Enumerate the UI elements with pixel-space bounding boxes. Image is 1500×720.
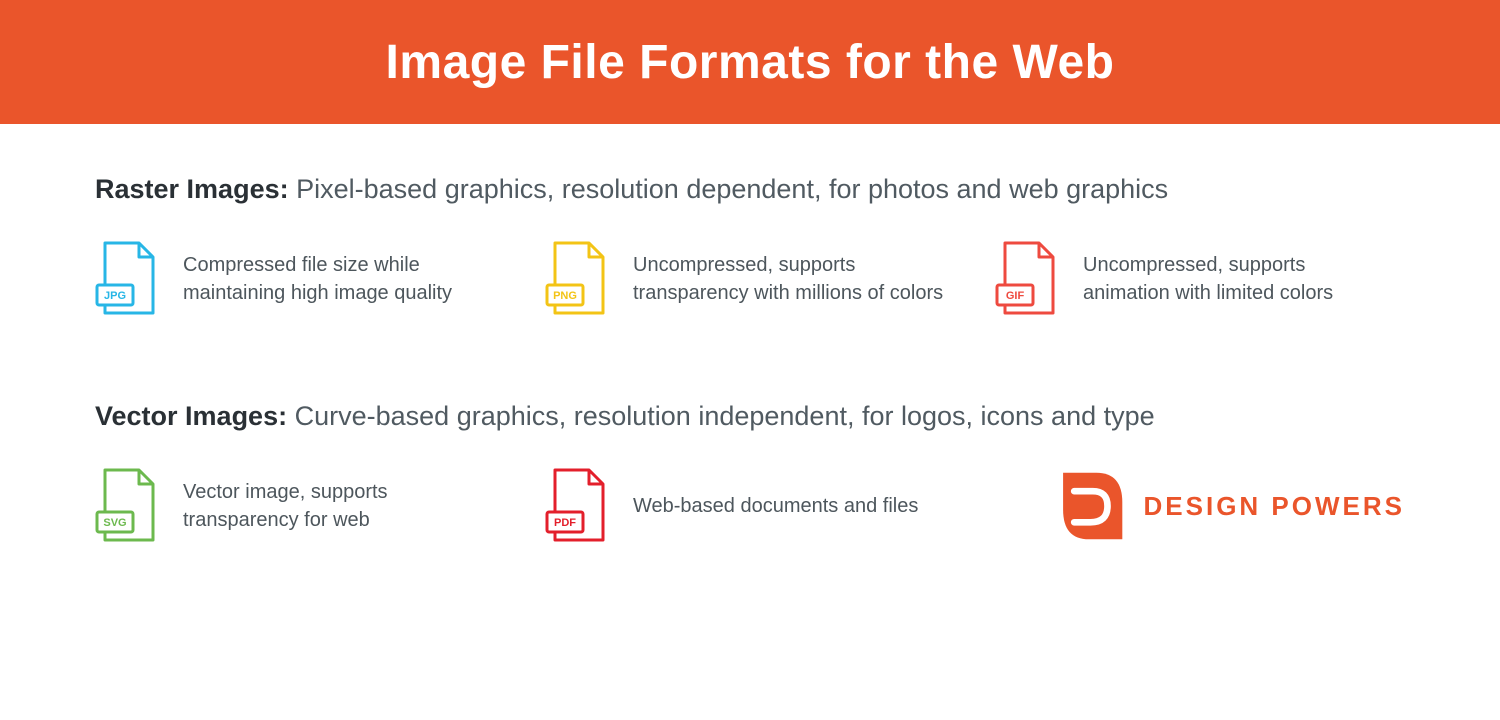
- format-item-png: PNG Uncompressed, supports transparency …: [545, 241, 945, 317]
- vector-desc: Curve-based graphics, resolution indepen…: [295, 401, 1155, 431]
- gif-code: GIF: [1006, 290, 1025, 302]
- gif-file-icon: GIF: [995, 241, 1057, 317]
- png-code: PNG: [553, 290, 577, 302]
- png-description: Uncompressed, supports transparency with…: [633, 251, 945, 307]
- format-item-gif: GIF Uncompressed, supports animation wit…: [995, 241, 1395, 317]
- svg-file-icon: SVG: [95, 468, 157, 544]
- format-item-svg: SVG Vector image, supports transparency …: [95, 468, 495, 544]
- svg-code: SVG: [103, 517, 126, 529]
- raster-row: JPG Compressed file size while maintaini…: [95, 241, 1405, 317]
- title-banner: Image File Formats for the Web: [0, 0, 1500, 124]
- gif-description: Uncompressed, supports animation with li…: [1083, 251, 1395, 307]
- content-area: Raster Images: Pixel-based graphics, res…: [0, 124, 1500, 544]
- raster-label: Raster Images:: [95, 174, 289, 204]
- svg-description: Vector image, supports transparency for …: [183, 478, 495, 534]
- =: Raster Images: Pixel-based graphics, res…: [95, 174, 1405, 205]
- page-title: Image File Formats for the Web: [386, 35, 1115, 90]
- brand-block: DESIGN POWERS: [1052, 468, 1405, 544]
- brand-logo-icon: [1052, 469, 1126, 543]
- vector-heading: Vector Images: Curve-based graphics, res…: [95, 401, 1405, 432]
- raster-desc: Pixel-based graphics, resolution depende…: [296, 174, 1168, 204]
- jpg-file-icon: JPG: [95, 241, 157, 317]
- vector-row: SVG Vector image, supports transparency …: [95, 468, 1405, 544]
- format-item-jpg: JPG Compressed file size while maintaini…: [95, 241, 495, 317]
- pdf-code: PDF: [554, 517, 576, 529]
- jpg-description: Compressed file size while maintaining h…: [183, 251, 495, 307]
- vector-label: Vector Images:: [95, 401, 287, 431]
- jpg-code: JPG: [104, 290, 126, 302]
- png-file-icon: PNG: [545, 241, 607, 317]
- pdf-description: Web-based documents and files: [633, 492, 918, 520]
- format-item-pdf: PDF Web-based documents and files: [545, 468, 945, 544]
- brand-name: DESIGN POWERS: [1144, 491, 1405, 522]
- pdf-file-icon: PDF: [545, 468, 607, 544]
